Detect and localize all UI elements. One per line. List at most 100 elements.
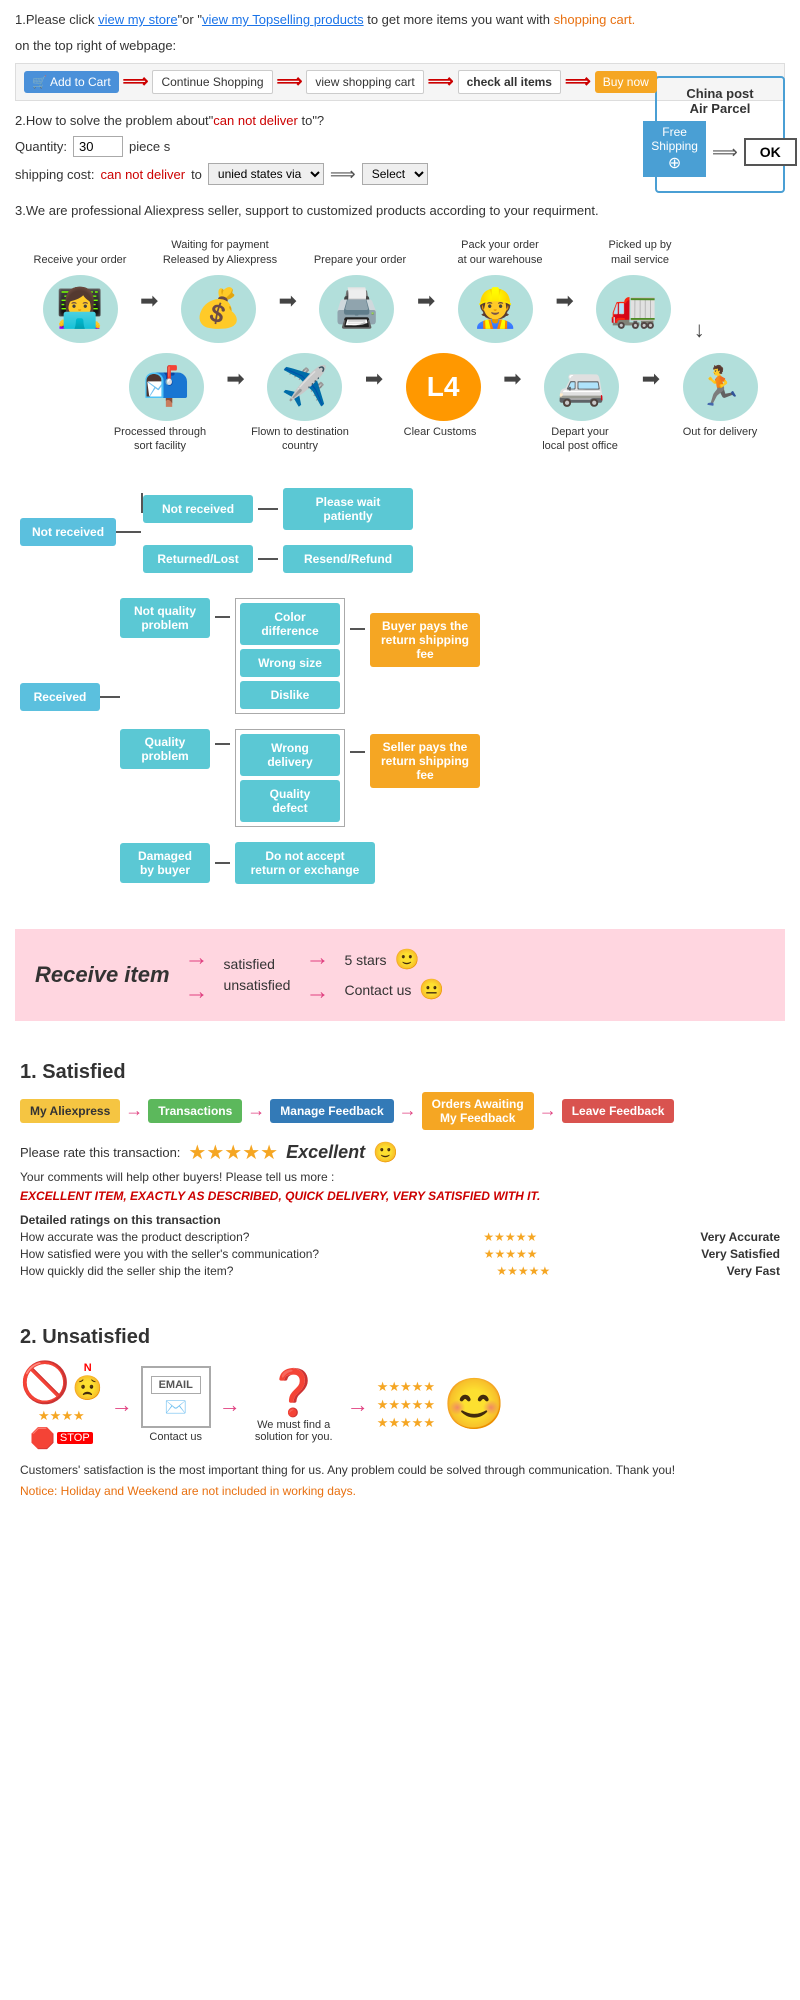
step-arrow-3: → xyxy=(399,1100,417,1121)
email-box: EMAIL ✉️ Contact us xyxy=(141,1366,211,1443)
ok-button[interactable]: OK xyxy=(744,138,797,166)
excellent-emoji: 🙂 xyxy=(373,1140,398,1165)
resend-refund: Resend/Refund xyxy=(283,545,413,573)
rate-label: Please rate this transaction: xyxy=(20,1145,180,1160)
process-step-3: Prepare your order xyxy=(300,253,420,271)
process-icon-5: 🚛 xyxy=(574,275,694,343)
view-store-link[interactable]: view my store xyxy=(98,12,177,27)
rate-stars: ★★★★★ xyxy=(188,1140,278,1165)
process-arrow-5: ➡ xyxy=(642,366,660,407)
my-aliexpress-step: My Aliexpress xyxy=(20,1099,120,1123)
process-icon-8: L4 xyxy=(383,353,503,421)
qty-suffix: piece s xyxy=(129,139,170,154)
step-arrow-1: → xyxy=(125,1100,143,1121)
process-arrow-6: ➡ xyxy=(503,366,521,407)
process-label-6: Out for delivery xyxy=(660,425,780,458)
buyer-pays: Buyer pays thereturn shipping fee xyxy=(370,613,480,667)
excellent-label: Excellent xyxy=(286,1142,365,1163)
section1-intro: 1.Please click view my store"or "view my… xyxy=(15,10,785,31)
unsatisfied-section: 2. Unsatisfied 🚫 N 😟 ★★★★ 🛑 STOP → xyxy=(15,1301,785,1508)
stars-result-box: ★★★★★ ★★★★★ ★★★★★ xyxy=(377,1379,435,1431)
receive-item-title: Receive item xyxy=(35,962,170,988)
ratings-table: Detailed ratings on this transaction How… xyxy=(20,1213,780,1278)
contact-us-label: Contact us xyxy=(149,1431,202,1443)
satisfaction-banner: Receive item → → satisfied unsatisfied →… xyxy=(15,929,785,1021)
section-3: 3.We are professional Aliexpress seller,… xyxy=(15,203,785,218)
unsatisfied-arrow-1: → xyxy=(111,1392,133,1418)
view-cart-btn[interactable]: view shopping cart xyxy=(306,70,423,94)
process-step-2: Waiting for paymentReleased by Aliexpres… xyxy=(160,238,280,271)
no-symbol-box: 🚫 N 😟 ★★★★ 🛑 STOP xyxy=(20,1359,103,1451)
process-step-4: Pack your orderat our warehouse xyxy=(440,238,560,271)
notice-text: Notice: Holiday and Weekend are not incl… xyxy=(20,1484,780,1498)
process-arrow-1: ➡ xyxy=(140,288,158,329)
process-icon-6: 🏃 xyxy=(660,353,780,421)
process-step-1: Receive your order xyxy=(20,253,140,271)
process-step-5: Picked up bymail service xyxy=(580,238,700,271)
ship-to: to xyxy=(191,167,202,182)
smiley-icon: 😊 xyxy=(443,1375,505,1434)
satisfied-section: 1. Satisfied My Aliexpress → Transaction… xyxy=(15,1036,785,1291)
step-arrow-2: → xyxy=(247,1100,265,1121)
china-post-box: China post Air Parcel FreeShipping⊕ ⟹ OK xyxy=(655,76,785,193)
wait-patiently: Please waitpatiently xyxy=(283,488,413,530)
quality-problem: Qualityproblem xyxy=(120,729,210,769)
not-received-main: Not received xyxy=(20,518,116,546)
orders-awaiting-step: Orders AwaitingMy Feedback xyxy=(422,1092,534,1130)
transactions-step: Transactions xyxy=(148,1099,242,1123)
check-items-btn[interactable]: check all items xyxy=(458,70,561,94)
feedback-steps: My Aliexpress → Transactions → Manage Fe… xyxy=(20,1092,780,1130)
contact-us-text: Contact us xyxy=(344,982,411,998)
decision-tree: Not received Not received Please waitpat… xyxy=(15,478,785,914)
step-arrow-4: → xyxy=(539,1100,557,1121)
arrow1: ⟹ xyxy=(123,71,149,92)
buy-now-btn[interactable]: Buy now xyxy=(595,71,657,93)
process-icon-10: 📬 xyxy=(106,353,226,421)
arrow2: ⟹ xyxy=(277,71,303,92)
process-label-7: Depart yourlocal post office xyxy=(520,425,640,458)
process-icon-4: 👷 xyxy=(435,275,555,343)
process-arrow-3: ➡ xyxy=(417,288,435,329)
returned-lost: Returned/Lost xyxy=(143,545,253,573)
process-label-9: Flown to destinationcountry xyxy=(240,425,360,458)
cart-icon: 🛒 xyxy=(32,75,47,89)
satisfied-heading: 1. Satisfied xyxy=(20,1061,780,1084)
unsatisfied-heading: 2. Unsatisfied xyxy=(20,1326,780,1349)
qty-label: Quantity: xyxy=(15,139,67,154)
solution-box: ❓ We must find a solution for you. xyxy=(249,1366,339,1443)
detailed-ratings-title: Detailed ratings on this transaction xyxy=(20,1213,780,1227)
process-label-10: Processed throughsort facility xyxy=(100,425,220,458)
satisfaction-options: satisfied unsatisfied xyxy=(224,956,291,993)
section-2: 2.How to solve the problem about"can not… xyxy=(15,111,785,194)
process-arrow-7: ➡ xyxy=(365,366,383,407)
process-label-8: Clear Customs xyxy=(380,425,500,458)
process-arrow-4: ➡ xyxy=(555,288,573,329)
review-text: EXCELLENT ITEM, EXACTLY AS DESCRIBED, QU… xyxy=(20,1189,780,1203)
destination-select[interactable]: unied states via xyxy=(208,163,324,185)
process-icon-9: ✈️ xyxy=(245,353,365,421)
line1 xyxy=(116,531,141,533)
wrong-size: Wrong size xyxy=(240,649,340,677)
add-to-cart-btn[interactable]: 🛒 Add to Cart xyxy=(24,71,119,93)
arrow3: ⟹ xyxy=(428,71,454,92)
china-post-title: China post Air Parcel xyxy=(669,86,771,116)
leave-feedback-step: Leave Feedback xyxy=(562,1099,675,1123)
process-icon-1: 👩‍💻 xyxy=(20,275,140,343)
continue-shopping-btn[interactable]: Continue Shopping xyxy=(152,70,272,94)
satisfaction-results: 5 stars 🙂 Contact us 😐 xyxy=(344,947,444,1002)
not-quality-problem: Not qualityproblem xyxy=(120,598,210,638)
rate-row: Please rate this transaction: ★★★★★ Exce… xyxy=(20,1140,780,1165)
view-topselling-link[interactable]: view my Topselling products xyxy=(202,12,364,27)
rating-row-1: How accurate was the product description… xyxy=(20,1230,780,1244)
unsatisfied-arrow-3: → xyxy=(347,1392,369,1418)
shipping-method-select[interactable]: Select xyxy=(362,163,428,185)
neutral-emoji: 😐 xyxy=(419,977,444,1002)
arrow4: ⟹ xyxy=(565,71,591,92)
solution-label: We must find a solution for you. xyxy=(249,1419,339,1443)
qty-input[interactable] xyxy=(73,136,123,157)
arrow-satisfied: → xyxy=(185,944,209,972)
not-received-branch1: Not received xyxy=(143,495,253,523)
clear-customs-icon: L4 xyxy=(406,353,481,421)
rating-row-2: How satisfied were you with the seller's… xyxy=(20,1247,780,1261)
satisfaction-footer: Customers' satisfaction is the most impo… xyxy=(20,1461,780,1479)
